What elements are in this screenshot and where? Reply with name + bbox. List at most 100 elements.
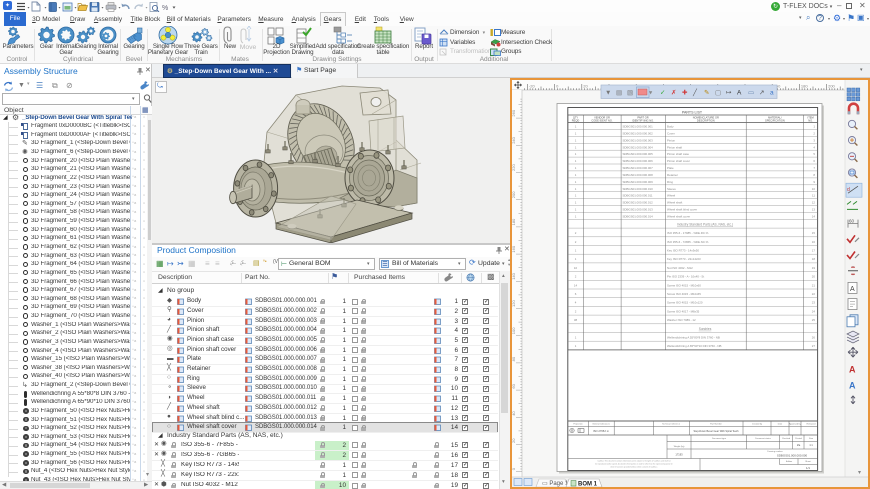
svg-text:SDBGS01.000.000.004: SDBGS01.000.000.004	[623, 145, 654, 149]
svg-text:▧: ▧	[627, 90, 633, 97]
svg-text:60: 60	[512, 383, 516, 388]
svg-text:SDBGS01.000.000.014: SDBGS01.000.000.014	[623, 215, 654, 219]
svg-text:Created by: Created by	[752, 423, 763, 426]
svg-text:A: A	[737, 90, 742, 97]
svg-text:15: 15	[812, 231, 816, 235]
svg-text:Cover: Cover	[667, 131, 675, 135]
svg-text:14: 14	[812, 215, 816, 219]
svg-text:CadGuru This document contain: CadGuru This document contains informati…	[597, 460, 671, 463]
svg-text:Wheel shaft blind cover: Wheel shaft blind cover	[667, 208, 697, 212]
svg-text:240: 240	[512, 136, 516, 143]
svg-text:Pinion shaft cover: Pinion shaft cover	[667, 159, 690, 163]
svg-text:200: 200	[512, 191, 516, 198]
svg-text:Ring: Ring	[667, 180, 673, 184]
svg-text:↦: ↦	[726, 90, 732, 97]
svg-text:22: 22	[812, 292, 816, 296]
svg-text:%: %	[162, 5, 168, 12]
svg-text:100: 100	[512, 327, 516, 334]
svg-text:21: 21	[812, 283, 816, 287]
svg-text:10: 10	[812, 187, 816, 191]
svg-text:✎: ✎	[704, 90, 710, 97]
svg-text:Screw ISO 4015 - M10x65: Screw ISO 4015 - M10x65	[667, 292, 701, 296]
svg-text:SDBGS01.000.000.006: SDBGS01.000.000.006	[623, 159, 654, 163]
svg-text:d: d	[847, 187, 850, 193]
svg-text:18: 18	[812, 257, 816, 261]
svg-text:IDENTIFYING NO.: IDENTIFYING NO.	[632, 119, 654, 123]
svg-text:180: 180	[801, 84, 808, 89]
svg-text:Washer ISO 7089 - 12: Washer ISO 7089 - 12	[667, 318, 696, 322]
svg-text:SDBGS01.000.000.013: SDBGS01.000.000.013	[623, 208, 654, 212]
svg-text:23: 23	[812, 301, 816, 305]
svg-text:200: 200	[828, 84, 835, 89]
svg-text:Pin ISO 2339 - A - 10x40 - St: Pin ISO 2339 - A - 10x40 - St	[667, 275, 704, 279]
svg-text:General tolerances: General tolerances	[592, 423, 610, 426]
svg-text:Step-Down Bevel Gear With Spir: Step-Down Bevel Gear With Spiral Teeth	[693, 430, 739, 433]
svg-text:Screw ISO 4015 - M10x120: Screw ISO 4015 - M10x120	[667, 301, 703, 305]
svg-text:Key ISO R773 - 22x14x63: Key ISO R773 - 22x14x63	[667, 257, 701, 261]
svg-text:13: 13	[812, 208, 816, 212]
svg-text:Approved by: Approved by	[789, 423, 802, 426]
svg-text:DESCRIPTION: DESCRIPTION	[697, 119, 715, 123]
svg-text:REQD: REQD	[572, 119, 580, 123]
svg-text:Wheel shaft: Wheel shaft	[667, 201, 682, 205]
svg-text:✓: ✓	[660, 90, 665, 97]
svg-text:SDBGS01.000.000.007: SDBGS01.000.000.007	[623, 166, 654, 170]
svg-text:11: 11	[812, 194, 815, 198]
svg-text:ISO 355-6 - 72865 - %DE.NC.%: ISO 355-6 - 72865 - %DE.NC.%	[667, 240, 709, 244]
svg-text:▢: ▢	[715, 90, 721, 97]
svg-text:Document status: Document status	[755, 437, 771, 440]
svg-text:ISO 355-6 - 17985 - %DE.RC.%: ISO 355-6 - 17985 - %DE.RC.%	[667, 231, 709, 235]
svg-text:SPECIFICATION: SPECIFICATION	[765, 119, 785, 123]
svg-text:Part Number: Part Number	[710, 423, 722, 426]
svg-text:which it has been provided wit: which it has been provided without writt…	[610, 466, 658, 469]
svg-text:Technical reference: Technical reference	[662, 423, 681, 426]
svg-text:14: 14	[574, 283, 578, 287]
svg-text:25: 25	[812, 318, 816, 322]
svg-text:20: 20	[812, 275, 816, 279]
svg-text:SDBGS01.000.000.003: SDBGS01.000.000.003	[623, 138, 654, 142]
svg-text:▭: ▭	[748, 90, 754, 97]
svg-text:✗: ✗	[671, 89, 676, 97]
svg-text:Pinion: Pinion	[667, 138, 675, 142]
svg-text:ISO 2768-f m: ISO 2768-f m	[593, 429, 610, 433]
svg-text:-20: -20	[529, 84, 536, 89]
svg-text:a: a	[770, 90, 774, 97]
svg-text:be reproduced and/or copied, d: be reproduced and/or copied, disclosed t…	[595, 463, 673, 466]
svg-text:1/1: 1/1	[806, 466, 810, 470]
svg-text:Weight (kg): Weight (kg)	[674, 445, 685, 448]
svg-text:Printed: Printed	[795, 437, 802, 440]
svg-text:✚: ✚	[682, 89, 688, 97]
svg-text:10: 10	[574, 266, 578, 270]
svg-text:38: 38	[574, 318, 578, 322]
svg-text:19: 19	[812, 266, 816, 270]
svg-text:SDBGS01.000.000.000: SDBGS01.000.000.000	[777, 454, 808, 458]
svg-text:180: 180	[512, 218, 516, 225]
svg-text:Plate: Plate	[667, 166, 674, 170]
svg-text:Projection: Projection	[573, 423, 583, 426]
svg-text:Pinion shaft case: Pinion shaft case	[667, 152, 689, 156]
svg-text:Body: Body	[667, 125, 674, 129]
svg-text:20: 20	[512, 438, 516, 443]
svg-text:SDBGS01.000.000.009: SDBGS01.000.000.009	[623, 180, 654, 184]
svg-text:24: 24	[812, 309, 816, 313]
svg-text:SDBGS01.000.000.001: SDBGS01.000.000.001	[623, 125, 654, 129]
svg-text:SDBGS01.000.000.008: SDBGS01.000.000.008	[623, 173, 654, 177]
svg-text:Nut ISO 4032 - M12: Nut ISO 4032 - M12	[667, 266, 693, 270]
svg-text:26: 26	[812, 336, 816, 340]
svg-text:Document type: Document type	[712, 437, 727, 440]
svg-text:Released: Released	[807, 424, 817, 426]
svg-text:SDBGS01.000.000.012: SDBGS01.000.000.012	[623, 201, 654, 205]
svg-text:17: 17	[812, 249, 816, 253]
svg-text:12: 12	[812, 201, 816, 205]
svg-text:80: 80	[512, 356, 516, 361]
svg-text:Wheel: Wheel	[667, 194, 676, 198]
svg-text:Checked: Checked	[782, 438, 791, 440]
svg-text:Retainer: Retainer	[667, 173, 678, 177]
svg-text:A: A	[850, 286, 855, 293]
svg-text:SDBGS01.000.000.002: SDBGS01.000.000.002	[623, 131, 654, 135]
svg-text:▭ Page 1: ▭ Page 1	[542, 481, 569, 487]
svg-text:SDBGS01.000.000.005: SDBGS01.000.000.005	[623, 152, 654, 156]
svg-text:Sheet: Sheet	[805, 460, 811, 463]
svg-text:16: 16	[812, 240, 816, 244]
svg-text:BOM 1: BOM 1	[578, 482, 598, 488]
